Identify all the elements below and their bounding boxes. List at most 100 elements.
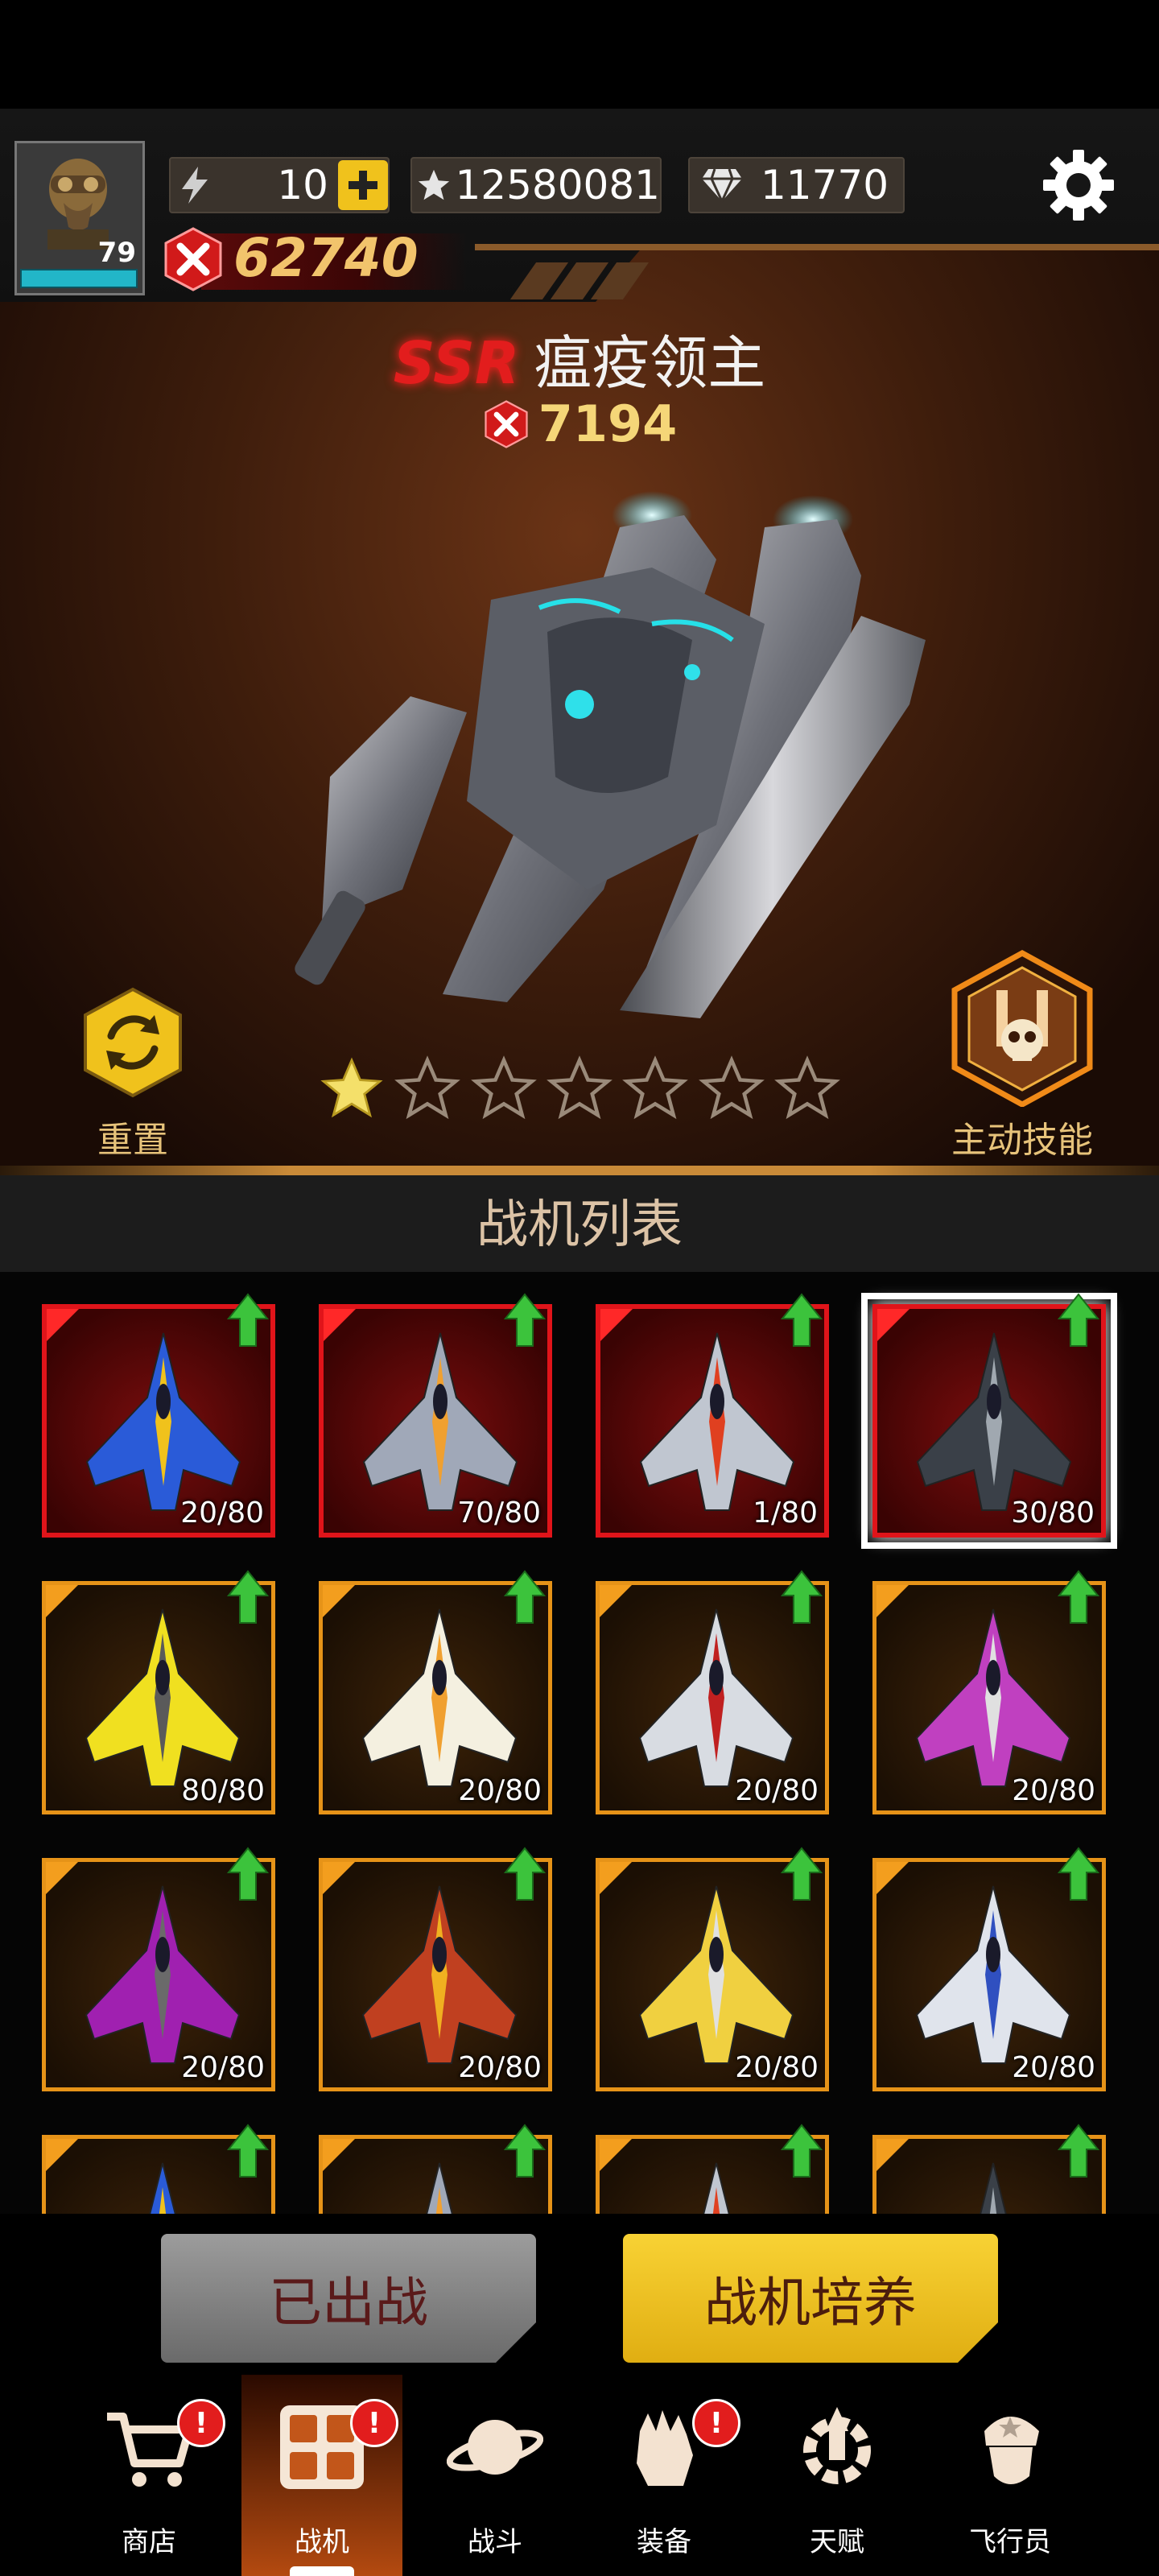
fighter-thumbnail-icon	[915, 1885, 1071, 2064]
deployed-button-label: 已出战	[269, 2272, 428, 2334]
pilot-head-icon	[984, 2417, 1039, 2484]
nav-pilot[interactable]: 飞行员	[930, 2375, 1091, 2576]
fighter-thumbnail-icon	[638, 1608, 794, 1787]
xp-bar	[20, 269, 138, 288]
upgrade-arrow-icon	[226, 1293, 270, 1348]
reset-button[interactable]	[80, 986, 185, 1099]
fighter-fragment-count: 20/80	[458, 2051, 542, 2084]
nav-talent-label: 天赋	[810, 2526, 864, 2558]
plus-icon	[349, 171, 377, 200]
fighter-fragment-count: 80/80	[181, 1774, 265, 1807]
upgrade-arrow-icon	[503, 1847, 547, 1901]
upgrade-arrow-icon	[503, 1293, 547, 1348]
ship-rarity: SSR	[393, 329, 520, 397]
upgrade-arrow-icon	[780, 1570, 823, 1624]
fighter-fragment-count: 30/80	[1011, 1496, 1095, 1530]
upgrade-arrow-icon	[503, 2124, 547, 2178]
upgrade-arrow-icon	[1057, 1570, 1100, 1624]
add-energy-button[interactable]	[338, 160, 388, 210]
pilot-portrait-icon	[47, 159, 109, 250]
fighter-thumbnail-icon	[85, 1608, 241, 1787]
fighter-fragment-count: 20/80	[1012, 2051, 1095, 2084]
fighter-fragment-count: 1/80	[753, 1496, 818, 1530]
deployed-button[interactable]: 已出战	[161, 2234, 536, 2363]
fighter-fragment-count: 20/80	[458, 1774, 542, 1807]
fighter-list-title: 战机列表	[476, 1195, 683, 1255]
star-currency-counter: 12580081	[410, 157, 662, 213]
ship-name: 瘟疫领主	[534, 329, 766, 397]
planet-icon	[447, 2420, 543, 2475]
upgrade-arrow-icon	[226, 2124, 270, 2178]
fighter-fragment-count: 20/80	[735, 2051, 819, 2084]
train-fighter-button[interactable]: 战机培养	[623, 2234, 998, 2363]
nav-equipment[interactable]: ! 装备	[584, 2375, 744, 2576]
nav-pilot-label: 飞行员	[969, 2526, 1051, 2558]
star-empty-icon	[470, 1055, 537, 1120]
upgrade-arrow-icon	[1057, 1847, 1100, 1901]
star-empty-icon	[698, 1055, 765, 1120]
fighter-thumbnail-icon	[362, 1332, 518, 1511]
nav-talent[interactable]: 天赋	[757, 2375, 918, 2576]
top-bar-edge	[475, 244, 1159, 250]
list-header-border	[0, 1166, 1159, 1175]
bottom-nav: ! 商店 ! 战机 战斗 ! 装备 天赋 飞行员	[0, 2375, 1159, 2576]
talent-gear-icon	[803, 2407, 871, 2484]
player-level: 79	[97, 237, 136, 269]
energy-counter: 10	[169, 157, 390, 213]
active-skill-button[interactable]	[950, 950, 1095, 1107]
ship-star-rating	[318, 1055, 841, 1135]
upgrade-arrow-icon	[780, 1293, 823, 1348]
player-avatar[interactable]: 79	[14, 141, 145, 295]
active-skill-label: 主动技能	[951, 1120, 1093, 1161]
fighter-fragment-count: 20/80	[180, 1496, 264, 1530]
fighter-fragment-count: 20/80	[1012, 1774, 1095, 1807]
button-corner	[496, 2322, 536, 2363]
star-empty-icon	[547, 1055, 612, 1120]
fighter-fragment-count: 20/80	[181, 2051, 265, 2084]
diamond-value: 11770	[761, 162, 889, 208]
nav-equipment-label: 装备	[637, 2526, 691, 2558]
fighter-thumbnail-icon	[915, 1608, 1071, 1787]
star-currency-value: 12580081	[455, 162, 661, 208]
upgrade-arrow-icon	[226, 1847, 270, 1901]
fighter-fragment-count: 70/80	[457, 1496, 541, 1530]
upgrade-arrow-icon	[1057, 1293, 1100, 1348]
player-power-value: 62740	[233, 227, 419, 289]
energy-value: 10	[277, 162, 328, 208]
nav-battle-label: 战斗	[468, 2526, 522, 2558]
nav-shop[interactable]: ! 商店	[68, 2375, 229, 2576]
shop-alert-badge: !	[177, 2399, 225, 2447]
fighter-ship-image	[295, 491, 926, 1018]
equipment-alert-badge: !	[692, 2399, 740, 2447]
nav-fighters[interactable]: ! 战机	[241, 2375, 402, 2576]
fighter-thumbnail-icon	[361, 1608, 518, 1787]
nav-battle[interactable]: 战斗	[415, 2375, 575, 2576]
upgrade-arrow-icon	[226, 1570, 270, 1624]
nav-fighters-label: 战机	[295, 2526, 349, 2558]
reset-label: 重置	[97, 1120, 168, 1161]
fighter-thumbnail-icon	[85, 1332, 241, 1511]
settings-gear-icon[interactable]	[1038, 145, 1119, 225]
fighter-thumbnail-icon	[85, 1885, 241, 2064]
star-empty-icon	[394, 1055, 461, 1120]
button-corner	[958, 2322, 998, 2363]
fighter-thumbnail-icon	[916, 1332, 1072, 1511]
fighter-fragment-count: 20/80	[735, 1774, 819, 1807]
upgrade-arrow-icon	[780, 1847, 823, 1901]
upgrade-arrow-icon	[1057, 2124, 1100, 2178]
train-fighter-button-label: 战机培养	[704, 2272, 917, 2334]
fighter-thumbnail-icon	[361, 1885, 518, 2064]
fighter-thumbnail-icon	[638, 1885, 794, 2064]
star-filled-icon	[320, 1057, 383, 1118]
star-empty-icon	[774, 1055, 840, 1120]
upgrade-arrow-icon	[503, 1570, 547, 1624]
fighter-thumbnail-icon	[639, 1332, 795, 1511]
nav-shop-label: 商店	[122, 2526, 176, 2558]
combat-power-icon	[164, 227, 222, 291]
star-icon	[412, 167, 456, 204]
fighter-grid: 20/80 70/80 1/80 30/80 80/80 20/80 20/80 20/80 2…	[0, 1272, 1159, 2214]
upgrade-arrow-icon	[780, 2124, 823, 2178]
fighters-alert-badge: !	[350, 2399, 398, 2447]
star-empty-icon	[622, 1055, 689, 1120]
diamond-icon	[690, 167, 754, 203]
